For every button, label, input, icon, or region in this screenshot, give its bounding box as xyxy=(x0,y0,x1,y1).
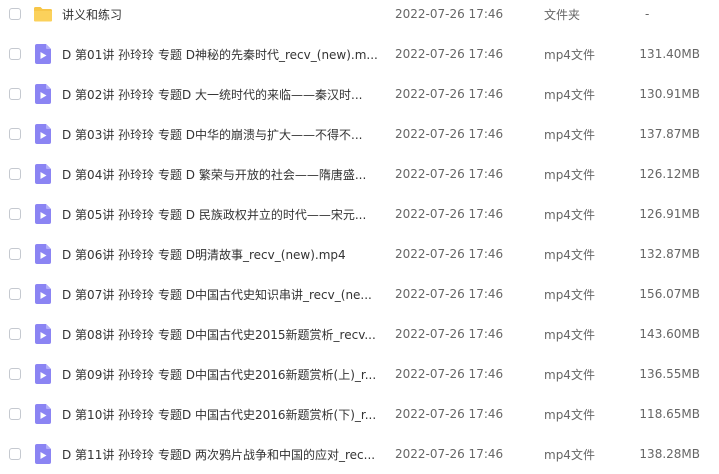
file-size: 132.87MB xyxy=(639,247,700,261)
file-type: mp4文件 xyxy=(544,47,595,62)
file-name[interactable]: D 第03讲 孙玲玲 专题 D中华的崩溃与扩大——不得不... xyxy=(62,126,380,143)
file-type: 文件夹 xyxy=(544,7,581,22)
file-type: mp4文件 xyxy=(544,287,595,302)
file-date: 2022-07-26 17:46 xyxy=(395,7,504,21)
file-row[interactable]: D 第06讲 孙玲玲 专题 D明清故事_recv_(new).mp4 2022-… xyxy=(0,234,719,274)
file-date: 2022-07-26 17:46 xyxy=(395,87,504,101)
file-date: 2022-07-26 17:46 xyxy=(395,447,504,461)
file-type: mp4文件 xyxy=(544,87,595,102)
file-type: mp4文件 xyxy=(544,247,595,262)
file-type: mp4文件 xyxy=(544,367,595,382)
file-date: 2022-07-26 17:46 xyxy=(395,47,504,61)
file-type: mp4文件 xyxy=(544,127,595,142)
video-file-icon xyxy=(33,164,53,184)
file-date: 2022-07-26 17:46 xyxy=(395,247,504,261)
video-file-icon xyxy=(33,284,53,304)
file-size: 137.87MB xyxy=(639,127,700,141)
file-date: 2022-07-26 17:46 xyxy=(395,367,504,381)
video-file-icon xyxy=(33,204,53,224)
file-row-folder[interactable]: 讲义和练习 2022-07-26 17:46 文件夹 - xyxy=(0,0,719,34)
file-size: 131.40MB xyxy=(639,47,700,61)
video-file-icon xyxy=(33,364,53,384)
file-row[interactable]: D 第09讲 孙玲玲 专题 D中国古代史2016新题赏析(上)_r... 202… xyxy=(0,354,719,394)
file-name[interactable]: D 第06讲 孙玲玲 专题 D明清故事_recv_(new).mp4 xyxy=(62,246,380,263)
file-size: 143.60MB xyxy=(639,327,700,341)
file-size: 136.55MB xyxy=(639,367,700,381)
file-date: 2022-07-26 17:46 xyxy=(395,287,504,301)
file-type: mp4文件 xyxy=(544,447,595,462)
file-size: - xyxy=(645,7,650,21)
file-type: mp4文件 xyxy=(544,327,595,342)
file-type: mp4文件 xyxy=(544,407,595,422)
file-name[interactable]: D 第09讲 孙玲玲 专题 D中国古代史2016新题赏析(上)_r... xyxy=(62,366,380,383)
file-row[interactable]: D 第08讲 孙玲玲 专题 D中国古代史2015新题赏析_recv... 202… xyxy=(0,314,719,354)
file-row[interactable]: D 第05讲 孙玲玲 专题 D 民族政权并立的时代——宋元... 2022-07… xyxy=(0,194,719,234)
file-row[interactable]: D 第01讲 孙玲玲 专题 D神秘的先秦时代_recv_(new).m... 2… xyxy=(0,34,719,74)
row-checkbox[interactable] xyxy=(9,448,21,460)
file-size: 138.28MB xyxy=(639,447,700,461)
video-file-icon xyxy=(33,84,53,104)
row-checkbox[interactable] xyxy=(9,88,21,100)
video-file-icon xyxy=(33,324,53,344)
file-row[interactable]: D 第02讲 孙玲玲 专题D 大一统时代的来临——秦汉时... 2022-07-… xyxy=(0,74,719,114)
row-checkbox[interactable] xyxy=(9,208,21,220)
file-list: 讲义和练习 2022-07-26 17:46 文件夹 - D 第01讲 孙玲玲 … xyxy=(0,0,719,467)
file-type: mp4文件 xyxy=(544,207,595,222)
row-checkbox[interactable] xyxy=(9,168,21,180)
file-type: mp4文件 xyxy=(544,167,595,182)
file-size: 126.91MB xyxy=(639,207,700,221)
file-name[interactable]: D 第10讲 孙玲玲 专题D 中国古代史2016新题赏析(下)_r... xyxy=(62,406,380,423)
video-file-icon xyxy=(33,124,53,144)
file-row[interactable]: D 第10讲 孙玲玲 专题D 中国古代史2016新题赏析(下)_r... 202… xyxy=(0,394,719,434)
file-name[interactable]: D 第11讲 孙玲玲 专题D 两次鸦片战争和中国的应对_rec... xyxy=(62,446,380,463)
file-size: 130.91MB xyxy=(639,87,700,101)
row-checkbox[interactable] xyxy=(9,368,21,380)
file-name[interactable]: D 第05讲 孙玲玲 专题 D 民族政权并立的时代——宋元... xyxy=(62,206,380,223)
file-row[interactable]: D 第07讲 孙玲玲 专题 D中国古代史知识串讲_recv_(ne... 202… xyxy=(0,274,719,314)
file-size: 156.07MB xyxy=(639,287,700,301)
row-checkbox[interactable] xyxy=(9,328,21,340)
file-size: 126.12MB xyxy=(639,167,700,181)
row-checkbox[interactable] xyxy=(9,8,21,20)
row-checkbox[interactable] xyxy=(9,48,21,60)
video-file-icon xyxy=(33,44,53,64)
row-checkbox[interactable] xyxy=(9,288,21,300)
file-row[interactable]: D 第11讲 孙玲玲 专题D 两次鸦片战争和中国的应对_rec... 2022-… xyxy=(0,434,719,474)
row-checkbox[interactable] xyxy=(9,408,21,420)
file-row[interactable]: D 第04讲 孙玲玲 专题 D 繁荣与开放的社会——隋唐盛... 2022-07… xyxy=(0,154,719,194)
file-size: 118.65MB xyxy=(639,407,700,421)
file-name[interactable]: D 第07讲 孙玲玲 专题 D中国古代史知识串讲_recv_(ne... xyxy=(62,286,380,303)
row-checkbox[interactable] xyxy=(9,248,21,260)
video-file-icon xyxy=(33,404,53,424)
file-date: 2022-07-26 17:46 xyxy=(395,127,504,141)
row-checkbox[interactable] xyxy=(9,128,21,140)
file-date: 2022-07-26 17:46 xyxy=(395,407,504,421)
file-name[interactable]: D 第01讲 孙玲玲 专题 D神秘的先秦时代_recv_(new).m... xyxy=(62,46,380,63)
video-file-icon xyxy=(33,444,53,464)
video-file-icon xyxy=(33,244,53,264)
file-name[interactable]: D 第08讲 孙玲玲 专题 D中国古代史2015新题赏析_recv... xyxy=(62,326,380,343)
file-name[interactable]: D 第02讲 孙玲玲 专题D 大一统时代的来临——秦汉时... xyxy=(62,86,380,103)
file-name[interactable]: D 第04讲 孙玲玲 专题 D 繁荣与开放的社会——隋唐盛... xyxy=(62,166,380,183)
file-date: 2022-07-26 17:46 xyxy=(395,327,504,341)
file-date: 2022-07-26 17:46 xyxy=(395,207,504,221)
file-name[interactable]: 讲义和练习 xyxy=(62,6,380,23)
file-row[interactable]: D 第03讲 孙玲玲 专题 D中华的崩溃与扩大——不得不... 2022-07-… xyxy=(0,114,719,154)
folder-icon xyxy=(33,4,53,24)
file-date: 2022-07-26 17:46 xyxy=(395,167,504,181)
